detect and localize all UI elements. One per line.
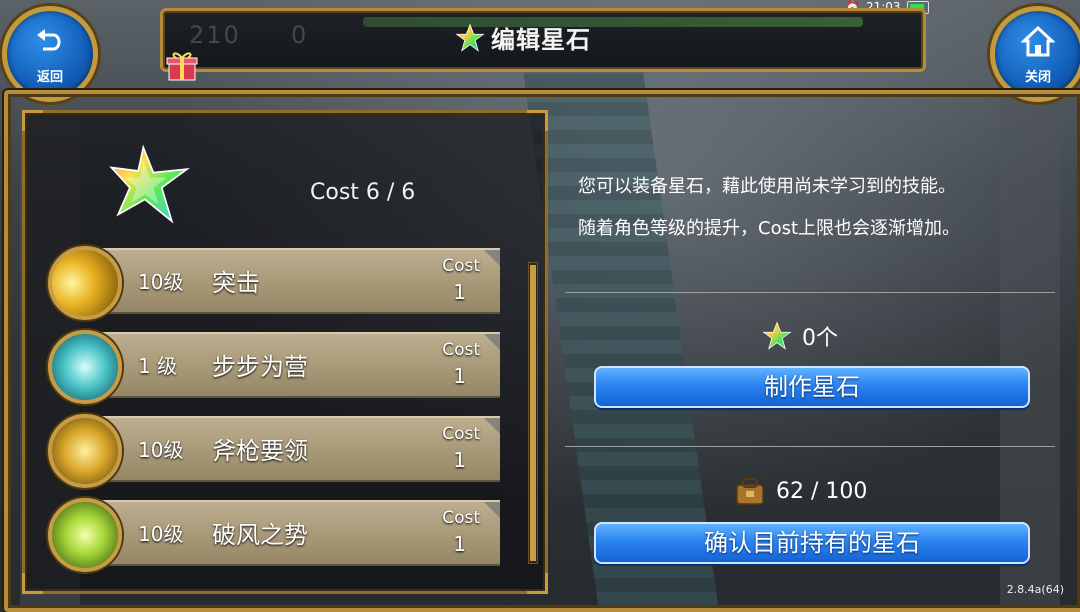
back-button-label: 返回 (36, 70, 63, 85)
frame-corner (22, 110, 43, 131)
skill-cost-label: Cost (442, 424, 480, 444)
divider (565, 446, 1055, 447)
description-line-2: 随着角色等级的提升，Cost上限也会逐渐增加。 (578, 218, 961, 239)
bag-capacity-value: 62 / 100 (776, 478, 868, 504)
skill-level: 10级 (138, 522, 184, 546)
cost-total: Cost 6 / 6 (310, 180, 416, 205)
wind-break-icon (48, 498, 122, 572)
frame-corner (527, 110, 548, 131)
skill-name: 突击 (212, 269, 260, 297)
bag-capacity: 62 / 100 (734, 476, 867, 506)
star-stone-count-value: 0个 (802, 326, 838, 351)
hp-bar (363, 17, 863, 27)
skill-cost-value: 1 (453, 364, 466, 388)
skill-list-scrollbar[interactable] (528, 262, 538, 564)
frame-corner (527, 573, 548, 594)
gift-icon[interactable] (164, 48, 200, 84)
skill-cost-value: 1 (453, 532, 466, 556)
back-button[interactable]: 返回 (2, 6, 98, 102)
equipped-star-stone-icon (109, 144, 190, 224)
page-title-text: 编辑星石 (491, 26, 591, 54)
charge-icon (48, 246, 122, 320)
star-stone-icon (455, 22, 485, 52)
skill-row[interactable]: 1 级 步步为营 Cost 1 (48, 330, 500, 404)
description-line-1: 您可以装备星石，藉此使用尚未学习到的技能。 (578, 176, 956, 197)
skill-cost-value: 1 (453, 280, 466, 304)
star-stone-icon (762, 321, 792, 350)
close-button-label: 关闭 (1024, 70, 1051, 85)
skill-row[interactable]: 10级 突击 Cost 1 (48, 246, 500, 320)
bag-icon (736, 478, 764, 505)
frame-corner (22, 573, 43, 594)
skill-name: 步步为营 (212, 353, 308, 381)
skill-cost-label: Cost (442, 340, 480, 360)
ghost-value-right: 0 (291, 21, 309, 49)
skill-level: 10级 (138, 270, 184, 294)
ghost-value-left: 210 (189, 21, 241, 49)
scrollbar-thumb[interactable] (530, 265, 536, 561)
shield-stance-icon (48, 330, 122, 404)
close-button[interactable]: 关闭 (990, 6, 1080, 102)
home-icon (1021, 25, 1055, 57)
skill-row[interactable]: 10级 斧枪要领 Cost 1 (48, 414, 500, 488)
skill-level: 1 级 (138, 354, 178, 378)
skill-cost-label: Cost (442, 256, 480, 276)
skill-name: 破风之势 (212, 521, 308, 549)
star-stone-count: 0个 (762, 320, 838, 352)
return-arrow-icon (37, 29, 61, 51)
skill-level: 10级 (138, 438, 184, 462)
halberd-icon (48, 414, 122, 488)
skill-row[interactable]: 10级 破风之势 Cost 1 (48, 498, 500, 572)
divider (565, 292, 1055, 293)
confirm-held-star-stones-button[interactable]: 确认目前持有的星石 (594, 522, 1030, 564)
skill-cost-value: 1 (453, 448, 466, 472)
skill-name: 斧枪要领 (212, 437, 308, 465)
skill-cost-label: Cost (442, 508, 480, 528)
page-title: 编辑星石 (455, 20, 591, 55)
craft-star-stone-button[interactable]: 制作星石 (594, 366, 1030, 408)
version-label: 2.8.4a(64) (1006, 583, 1064, 596)
